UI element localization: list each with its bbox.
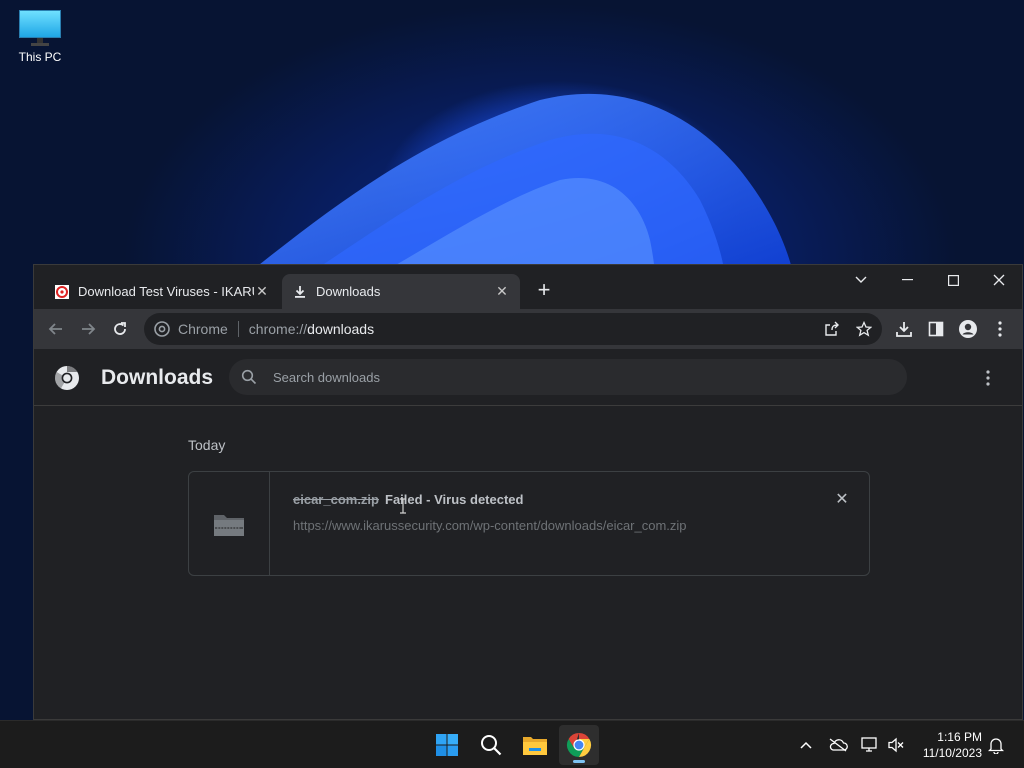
folder-icon xyxy=(523,737,547,755)
search-box[interactable] xyxy=(229,359,907,395)
download-file-name[interactable]: eicar_com.zip xyxy=(293,492,379,507)
back-button[interactable] xyxy=(44,317,68,341)
download-url[interactable]: https://www.ikarussecurity.com/wp-conten… xyxy=(293,518,687,533)
download-item: eicar_com.zip Failed - Virus detected ht… xyxy=(188,471,870,576)
title-bar: Download Test Viruses - IKARUS ✕ Downloa… xyxy=(34,265,1022,309)
close-window-button[interactable] xyxy=(976,265,1022,295)
search-input[interactable] xyxy=(271,368,875,386)
maximize-button[interactable] xyxy=(930,265,976,295)
search-icon xyxy=(241,369,257,385)
downloads-toolbar-icon[interactable] xyxy=(892,317,916,341)
show-hidden-icons-chevron-icon[interactable] xyxy=(794,733,818,757)
wallpaper-bloom xyxy=(240,93,795,280)
side-panel-icon[interactable] xyxy=(924,317,948,341)
date-section-label: Today xyxy=(188,437,226,453)
tab-downloads[interactable]: Downloads ✕ xyxy=(282,274,520,309)
volume-muted-icon[interactable] xyxy=(884,733,908,757)
text-cursor-icon xyxy=(400,498,406,514)
tab-title: Downloads xyxy=(316,284,381,299)
tab-title: Download Test Viruses - IKARUS xyxy=(78,284,254,299)
bookmark-star-icon[interactable] xyxy=(852,317,876,341)
desktop-icon-this-pc[interactable]: This PC xyxy=(12,10,68,64)
onedrive-offline-icon[interactable] xyxy=(826,733,850,757)
page-menu-icon[interactable] xyxy=(978,367,998,389)
profile-avatar-icon[interactable] xyxy=(956,317,980,341)
tab-close-icon[interactable]: ✕ xyxy=(494,283,510,300)
ikarus-favicon xyxy=(54,284,70,300)
taskbar-clock[interactable]: 1:16 PM 11/10/2023 xyxy=(910,729,982,761)
chrome-logo-icon xyxy=(54,366,79,390)
windows-logo-icon xyxy=(436,734,458,756)
search-icon xyxy=(481,735,502,756)
taskbar-search-button[interactable] xyxy=(471,725,511,765)
file-explorer-button[interactable] xyxy=(515,725,555,765)
downloads-page: Downloads Today eicar_com.zip Failed - V… xyxy=(34,349,1022,719)
taskbar: 1:16 PM 11/10/2023 xyxy=(0,720,1024,768)
start-button[interactable] xyxy=(427,725,467,765)
active-app-indicator xyxy=(573,760,585,763)
clock-time: 1:16 PM xyxy=(937,730,982,744)
chrome-app-icon xyxy=(566,733,592,757)
tab-close-icon[interactable]: ✕ xyxy=(254,283,270,300)
monitor-icon xyxy=(19,10,61,46)
downloads-header: Downloads xyxy=(34,349,1022,406)
download-icon xyxy=(292,284,308,300)
network-icon[interactable] xyxy=(858,733,882,757)
omnibox-separator xyxy=(237,321,239,337)
tab-ikarus[interactable]: Download Test Viruses - IKARUS ✕ xyxy=(44,274,280,309)
reload-button[interactable] xyxy=(108,317,132,341)
omnibox-scheme: chrome:// xyxy=(248,321,308,337)
tab-search-chevron-icon[interactable] xyxy=(838,265,884,295)
page-title: Downloads xyxy=(101,366,214,389)
omnibox-chip: Chrome xyxy=(178,321,228,337)
omnibox-host: downloads xyxy=(307,321,375,337)
browser-menu-icon[interactable] xyxy=(988,317,1012,341)
file-icon-area xyxy=(189,472,270,575)
chrome-icon xyxy=(154,321,170,337)
remove-download-button[interactable]: ✕ xyxy=(833,490,851,508)
chrome-taskbar-button[interactable] xyxy=(559,725,599,765)
share-icon[interactable] xyxy=(820,317,844,341)
minimize-button[interactable] xyxy=(884,265,930,295)
new-tab-button[interactable]: + xyxy=(532,279,556,303)
browser-toolbar: Chrome chrome://downloads xyxy=(34,309,1022,349)
desktop-icon-label: This PC xyxy=(18,50,62,64)
clock-date: 11/10/2023 xyxy=(922,746,982,760)
notification-bell-icon[interactable] xyxy=(984,733,1008,757)
chrome-window: Download Test Viruses - IKARUS ✕ Downloa… xyxy=(33,264,1023,720)
forward-button[interactable] xyxy=(76,317,100,341)
address-bar[interactable]: Chrome chrome://downloads xyxy=(144,313,882,345)
zip-folder-icon xyxy=(214,514,244,536)
